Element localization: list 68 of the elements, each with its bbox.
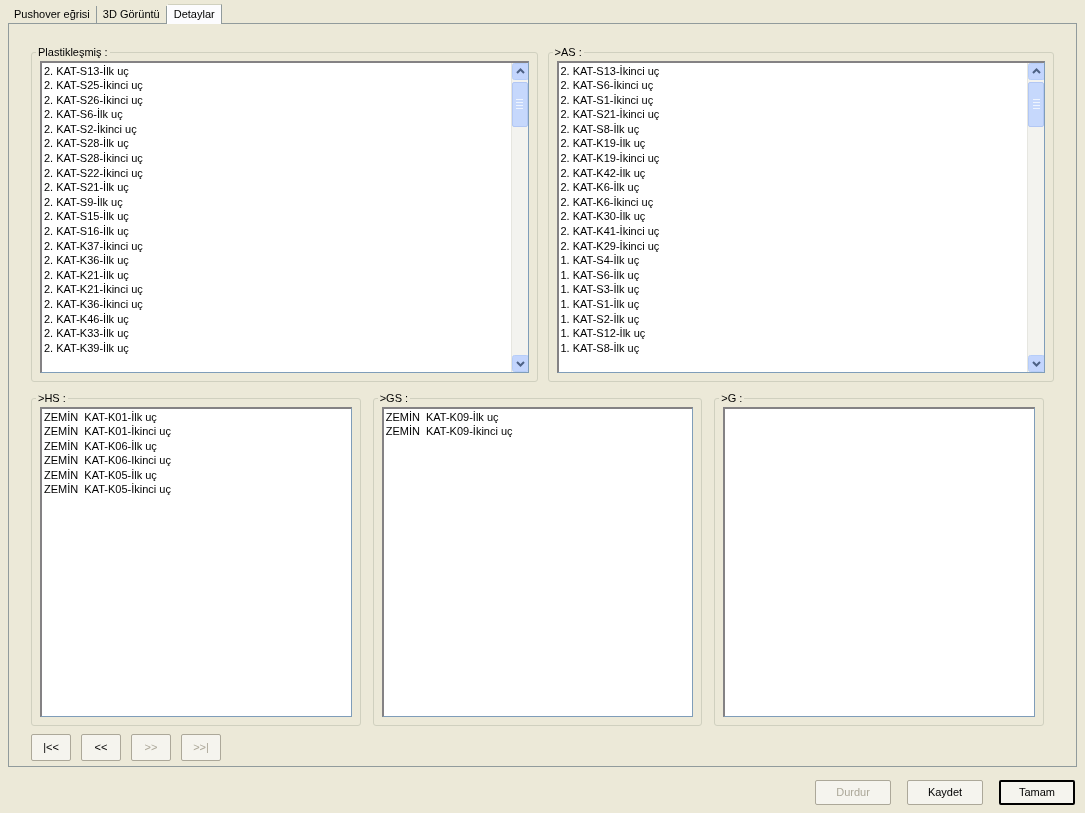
list-item[interactable]: 2. KAT-K6-İlk uç [560,180,1027,195]
list-item[interactable]: ZEMİN KAT-K09-İlk uç [385,409,693,425]
list-item[interactable]: 2. KAT-S6-İlk uç [44,107,511,122]
list-item[interactable]: 2. KAT-S25-İkinci uç [44,78,511,93]
list-item[interactable]: 2. KAT-K21-İkinci uç [44,282,511,297]
list-item[interactable]: 2. KAT-K30-İlk uç [560,209,1027,225]
nav-button[interactable]: << [81,734,121,761]
list-item[interactable]: 1. KAT-S8-İlk uç [560,340,1027,356]
list-item[interactable]: 2. KAT-S6-İkinci uç [560,78,1027,93]
list-item[interactable]: 2. KAT-S2-İkinci uç [44,121,511,137]
list-item[interactable]: 1. KAT-S3-İlk uç [560,282,1027,297]
list-item[interactable]: ZEMİN KAT-K09-İkinci uç [385,424,693,439]
list-item[interactable]: 1. KAT-S6-İlk uç [560,267,1027,283]
scroll-up-icon[interactable] [511,62,528,80]
list-item[interactable]: 2. KAT-S22-İkinci uç [44,165,511,181]
list-item[interactable]: 2. KAT-K39-İlk uç [44,340,511,356]
group-title: >AS : [553,45,583,60]
list-item[interactable]: 2. KAT-K41-İkinci uç [560,224,1027,239]
list-item[interactable]: 2. KAT-K37-İkinci uç [44,238,511,254]
dialog-button[interactable]: Kaydet [907,780,983,805]
list-item[interactable]: 2. KAT-S8-İlk uç [560,121,1027,137]
scrollbar[interactable] [1027,62,1044,372]
list-item[interactable]: 1. KAT-S12-İlk uç [560,326,1027,341]
list-box[interactable]: ZEMİN KAT-K09-İlk uç ZEMİN KAT-K09-İkinci uç [381,406,694,717]
list-item[interactable]: 2. KAT-K19-İlk uç [560,136,1027,152]
scroll-down-icon[interactable] [511,355,528,372]
list-item[interactable]: 1. KAT-S2-İlk uç [560,311,1027,327]
list-item[interactable]: 1. KAT-S1-İlk uç [560,297,1027,312]
list-item[interactable]: 2. KAT-S15-İlk uç [44,209,511,225]
list-item[interactable]: 2. KAT-K36-İkinci uç [44,297,511,312]
list-item[interactable]: ZEMİN KAT-K06-Ikinci uç [44,453,351,468]
list-box[interactable]: ZEMİN KAT-K01-İlk uç ZEMİN KAT-K01-İkinci uç ZEMİN KAT-K06-İlk uç ZEMİN KAT-K06-Ikinci uç ZEMİN KAT-K05-İlk uç ZEMİN KAT-K05-İkinci uç [40,406,352,717]
list-item[interactable]: 2. KAT-S9-İlk uç [44,194,511,210]
scrollbar[interactable] [510,62,528,372]
list-item[interactable]: 2. KAT-K42-İlk uç [560,165,1027,181]
list-item[interactable]: 2. KAT-K19-İkinci uç [560,151,1027,166]
list-item[interactable]: ZEMİN KAT-K01-İlk uç [44,409,351,425]
list-item[interactable]: ZEMİN KAT-K05-İlk uç [44,467,351,483]
list-item[interactable]: 2. KAT-S1-İkinci uç [560,92,1027,108]
list-item[interactable]: ZEMİN KAT-K01-İkinci uç [44,424,351,439]
scroll-up-icon[interactable] [1028,62,1044,80]
list-item[interactable]: ZEMİN KAT-K05-İkinci uç [44,482,351,498]
list-item[interactable]: 2. KAT-S28-İlk uç [44,136,511,152]
scroll-thumb[interactable] [511,81,528,127]
list-item[interactable]: 2. KAT-K46-İlk uç [44,311,511,327]
list-item[interactable]: 2. KAT-S16-İlk uç [44,224,511,239]
nav-button[interactable]: |<< [31,734,71,761]
group-title: >G : [720,391,744,406]
scroll-down-icon[interactable] [1028,355,1044,372]
list-item[interactable]: ZEMİN KAT-K06-İlk uç [44,438,351,454]
group-title: Plastikleşmiş : [37,45,109,60]
list-item[interactable]: 2. KAT-S13-İkinci uç [560,63,1027,79]
list-item[interactable]: 2. KAT-K33-İlk uç [44,326,511,341]
dialog-button[interactable]: Tamam [999,780,1075,805]
list-item[interactable]: 2. KAT-K36-İlk uç [44,253,511,268]
list-item[interactable]: 2. KAT-K6-İkinci uç [560,194,1027,210]
list-item[interactable]: 2. KAT-S28-İkinci uç [44,151,511,166]
group-title: >GS : [378,391,410,406]
scroll-thumb[interactable] [1028,81,1044,127]
list-item[interactable]: 2. KAT-S13-İlk uç [44,63,511,79]
list-item[interactable]: 2. KAT-K29-İkinci uç [560,238,1027,254]
group-title: >HS : [37,391,67,406]
list-item[interactable]: 2. KAT-K21-İlk uç [44,267,511,283]
list-item[interactable]: 2. KAT-S21-İkinci uç [560,107,1027,122]
list-item[interactable]: 2. KAT-S21-İlk uç [44,180,511,195]
list-item[interactable]: 2. KAT-S26-İkinci uç [44,92,511,108]
list-item[interactable]: 1. KAT-S4-İlk uç [560,253,1027,268]
tab[interactable]: Detaylar [166,4,222,24]
